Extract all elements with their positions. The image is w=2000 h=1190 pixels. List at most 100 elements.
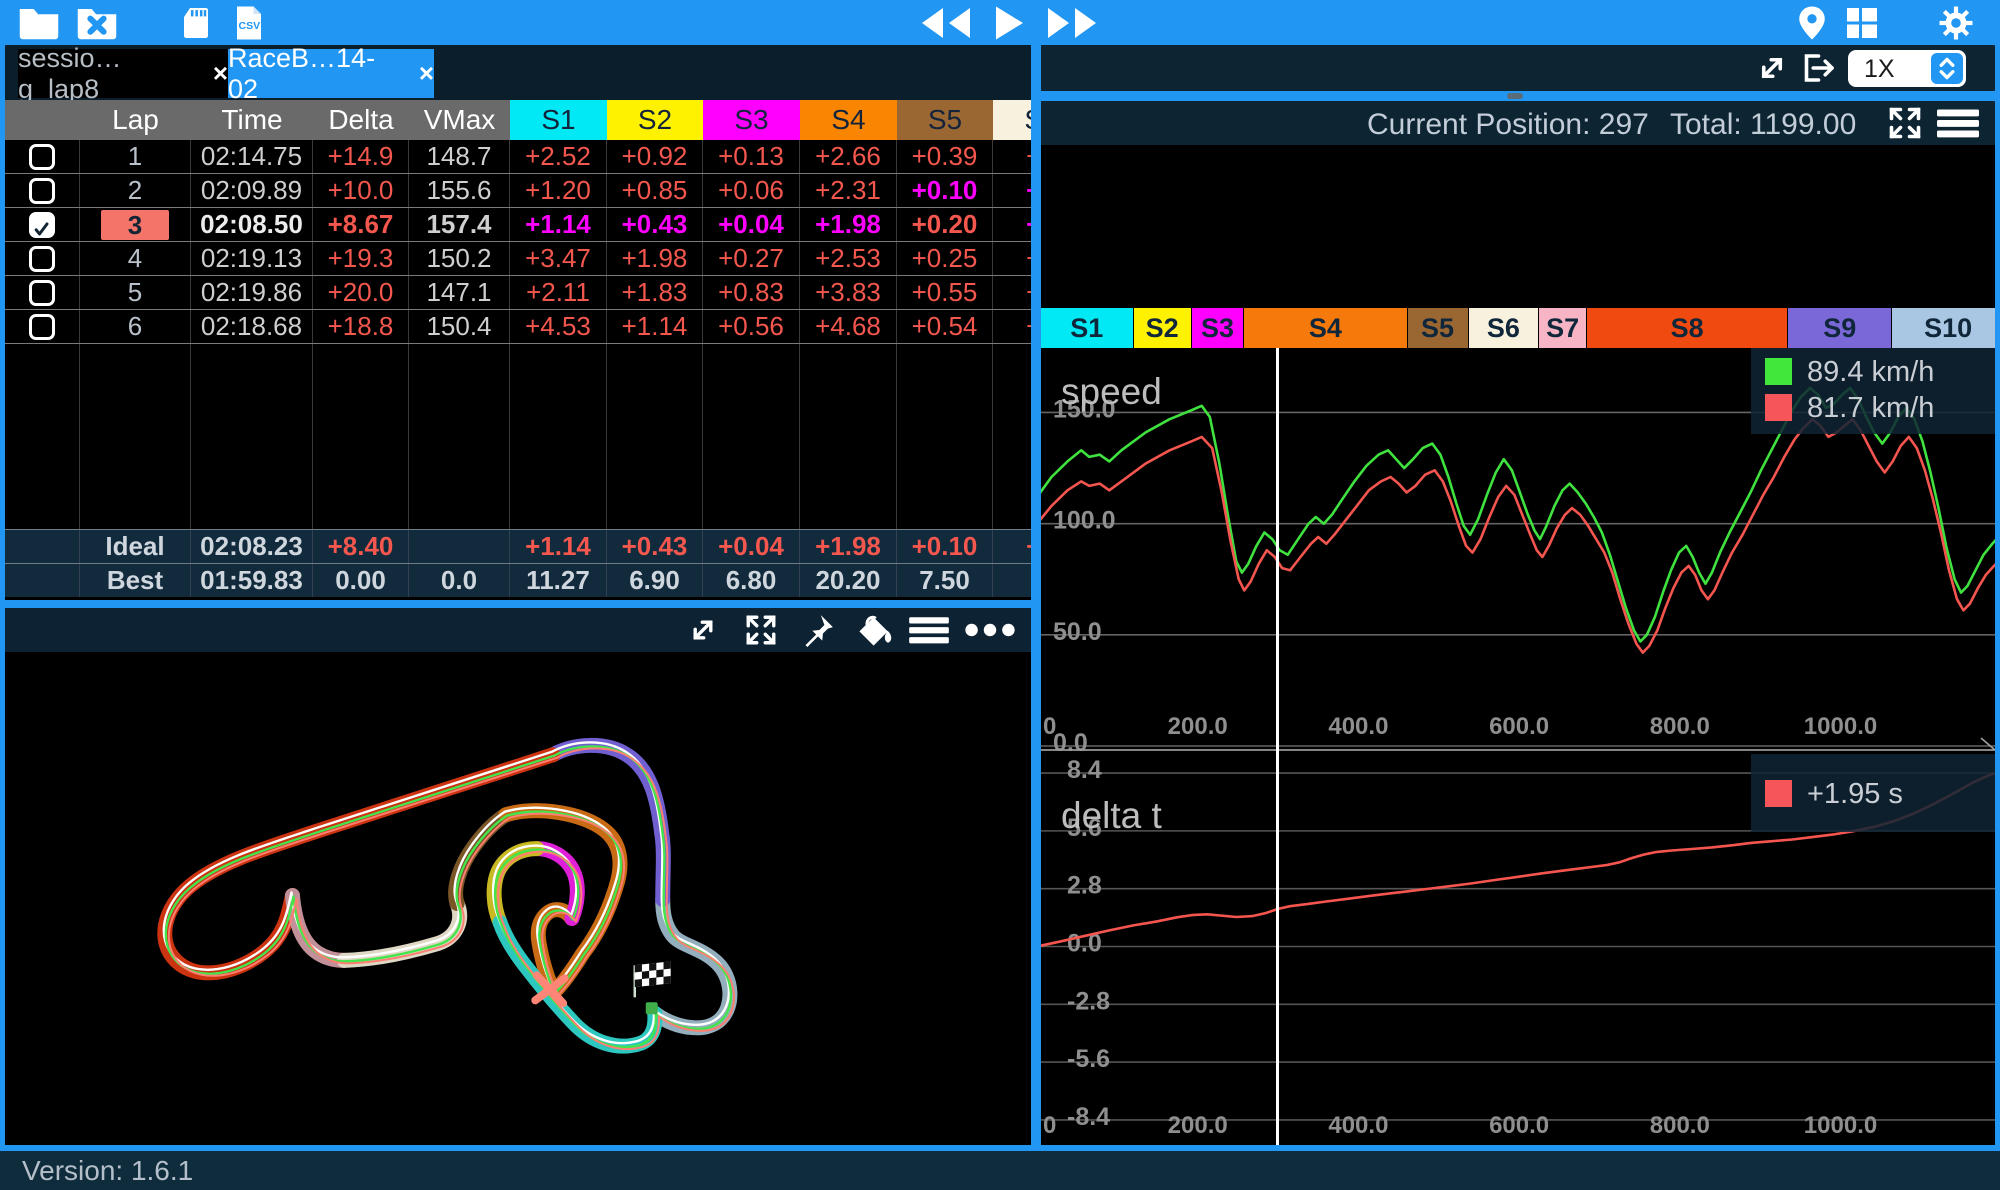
close-file-icon[interactable]	[76, 5, 118, 41]
open-folder-icon[interactable]	[18, 5, 60, 41]
summary-row-ideal: Ideal02:08.23+8.40+1.14+0.43+0.04+1.98+0…	[5, 529, 1036, 563]
fullscreen-icon[interactable]	[1886, 105, 1924, 141]
lap-checkbox[interactable]	[29, 178, 55, 204]
menu-icon[interactable]	[1934, 105, 1982, 141]
column-header-s3[interactable]: S3	[703, 100, 800, 140]
summary-row-best: Best01:59.830.000.011.276.906.8020.207.5…	[5, 563, 1036, 597]
summary-sector-value: +0.04	[703, 530, 800, 563]
segment-s10[interactable]: S10	[1892, 308, 2000, 348]
sd-card-icon[interactable]	[178, 5, 214, 41]
svg-text:400.0: 400.0	[1328, 1112, 1388, 1139]
svg-text:-2.8: -2.8	[1067, 987, 1110, 1015]
menu-icon[interactable]	[905, 613, 953, 647]
fullscreen-icon[interactable]	[743, 613, 779, 647]
settings-gear-icon[interactable]	[1934, 5, 1978, 41]
sector-value: +0.27	[703, 242, 800, 275]
table-empty-area	[5, 344, 1036, 529]
segment-s2[interactable]: S2	[1134, 308, 1191, 348]
svg-text:speed: speed	[1061, 371, 1162, 412]
lap-checkbox[interactable]	[29, 280, 55, 306]
column-header-time[interactable]: Time	[191, 100, 313, 140]
tab-racebox[interactable]: RaceB…14-02 ×	[228, 49, 434, 98]
segment-s6[interactable]: S6	[1469, 308, 1539, 348]
play-icon[interactable]	[988, 5, 1028, 41]
column-header-s6[interactable]: S6	[993, 100, 1036, 140]
chart-cursor[interactable]	[1276, 348, 1279, 1145]
sector-value: +0.25	[897, 242, 993, 275]
stepper-icon[interactable]	[1931, 53, 1963, 84]
lap-checkbox[interactable]	[29, 212, 55, 238]
svg-text:100.0: 100.0	[1053, 507, 1116, 535]
column-header-vmax[interactable]: VMax	[409, 100, 510, 140]
lap-checkbox[interactable]	[29, 246, 55, 272]
more-dots-icon[interactable]	[961, 613, 1019, 647]
tab-close-icon[interactable]: ×	[213, 58, 228, 89]
layout-grid-icon[interactable]	[1840, 5, 1884, 41]
track-map[interactable]	[5, 652, 1035, 1145]
fast-forward-icon[interactable]	[1044, 5, 1100, 41]
location-pin-icon[interactable]	[1793, 5, 1831, 41]
table-row[interactable]: 102:14.75+14.9148.7+2.52+0.92+0.13+2.66+…	[5, 140, 1036, 174]
lap-number: 4	[128, 243, 142, 274]
sector-value: +3.47	[510, 242, 607, 275]
lap-vmax: 155.6	[409, 174, 510, 207]
table-row[interactable]: 502:19.86+20.0147.1+2.11+1.83+0.83+3.83+…	[5, 276, 1036, 310]
vertical-divider[interactable]	[1031, 45, 1041, 1151]
status-bar: Version: 1.6.1	[0, 1151, 2000, 1190]
table-row[interactable]: 202:09.89+10.0155.6+1.20+0.85+0.06+2.31+…	[5, 174, 1036, 208]
sector-value: +0	[993, 174, 1036, 207]
segment-s4[interactable]: S4	[1244, 308, 1406, 348]
svg-text:0: 0	[1043, 1112, 1056, 1139]
tab-session-log[interactable]: sessio…g_lap8 ×	[18, 49, 228, 98]
sector-value: +1.14	[510, 208, 607, 241]
paint-bucket-icon[interactable]	[854, 613, 896, 647]
svg-text:200.0: 200.0	[1168, 713, 1228, 740]
lap-time: 02:19.13	[191, 242, 313, 275]
pushpin-icon[interactable]	[800, 613, 836, 647]
tab-close-icon[interactable]: ×	[419, 58, 434, 89]
zoom-select[interactable]: 1X	[1848, 50, 1966, 87]
sector-value: +0.54	[897, 310, 993, 343]
column-header-delta[interactable]: Delta	[313, 100, 409, 140]
diagonal-expand-icon[interactable]	[685, 613, 721, 647]
lap-checkbox[interactable]	[29, 314, 55, 340]
speed-chart[interactable]: 150.0100.050.00.00200.0400.0600.0800.010…	[1041, 348, 1995, 752]
column-header-s4[interactable]: S4	[800, 100, 897, 140]
segment-s5[interactable]: S5	[1408, 308, 1468, 348]
divider-handle[interactable]	[1507, 93, 1523, 99]
summary-sector-value: 6.90	[607, 564, 703, 597]
sector-value: +0.10	[897, 174, 993, 207]
table-row[interactable]: 402:19.13+19.3150.2+3.47+1.98+0.27+2.53+…	[5, 242, 1036, 276]
segment-s8[interactable]: S8	[1587, 308, 1787, 348]
column-header[interactable]	[5, 100, 80, 140]
column-header-s1[interactable]: S1	[510, 100, 607, 140]
diagonal-expand-icon[interactable]	[1753, 50, 1791, 86]
chart-panel-header: Current Position: 297 Total: 1199.00	[1041, 101, 1995, 145]
panel-divider[interactable]	[0, 600, 1041, 608]
lap-time: 02:19.86	[191, 276, 313, 309]
lap-vmax: 157.4	[409, 208, 510, 241]
segment-s1[interactable]: S1	[1041, 308, 1133, 348]
table-row[interactable]: 602:18.68+18.8150.4+4.53+1.14+0.56+4.68+…	[5, 310, 1036, 344]
table-row[interactable]: 302:08.50+8.67157.4+1.14+0.43+0.04+1.98+…	[5, 208, 1036, 242]
segment-s9[interactable]: S9	[1788, 308, 1891, 348]
lap-checkbox[interactable]	[29, 144, 55, 170]
start-marker	[646, 1002, 658, 1014]
lap-vmax: 150.4	[409, 310, 510, 343]
delta-chart[interactable]: 8.45.62.80.0-2.8-5.6-8.40200.0400.0600.0…	[1041, 752, 1995, 1148]
export-icon[interactable]	[1798, 50, 1836, 86]
column-header-s2[interactable]: S2	[607, 100, 703, 140]
column-header-s5[interactable]: S5	[897, 100, 993, 140]
sector-value: +0.55	[897, 276, 993, 309]
column-header-lap[interactable]: Lap	[80, 100, 191, 140]
segment-s3[interactable]: S3	[1192, 308, 1244, 348]
segment-s7[interactable]: S7	[1539, 308, 1586, 348]
summary-sector-value: +0.10	[897, 530, 993, 563]
tab-label: RaceB…14-02	[228, 45, 405, 105]
table-header: LapTimeDeltaVMaxS1S2S3S4S5S6	[5, 100, 1036, 140]
csv-export-icon[interactable]: CSV	[230, 5, 268, 41]
rewind-icon[interactable]	[918, 5, 974, 41]
svg-text:400.0: 400.0	[1328, 713, 1388, 740]
tab-bar: sessio…g_lap8 × RaceB…14-02 ×	[5, 45, 1036, 100]
summary-sector-value: 7.50	[897, 564, 993, 597]
